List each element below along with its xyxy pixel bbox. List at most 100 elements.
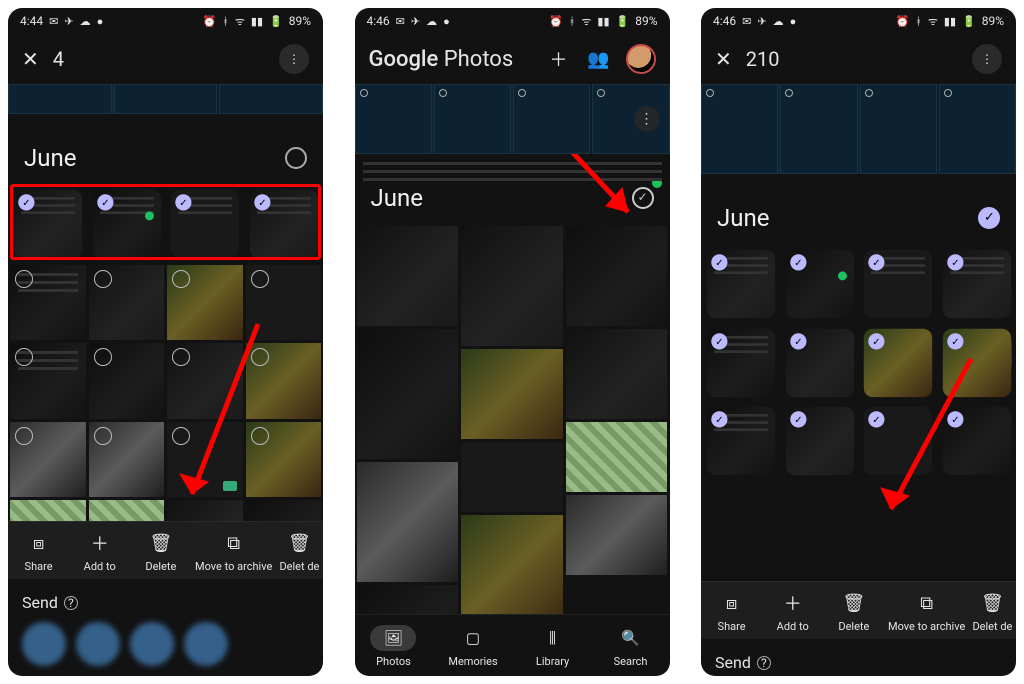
photo-thumb[interactable]: [357, 462, 459, 582]
photo-thumb[interactable]: ✓: [785, 407, 853, 475]
photo-thumb[interactable]: [10, 265, 86, 341]
share-button[interactable]: ⧈Share: [705, 592, 759, 633]
delete-label: Delete: [145, 560, 176, 573]
photo-thumb[interactable]: [167, 343, 243, 419]
search-icon: 🔍: [608, 625, 654, 651]
checkmark-icon: ✓: [711, 411, 727, 427]
bluetooth-icon: ᚼ: [915, 15, 922, 28]
app-title: Google Photos: [369, 47, 514, 72]
nav-search[interactable]: 🔍Search: [608, 625, 654, 668]
photo-thumb[interactable]: ✓: [707, 250, 775, 318]
recent-strip[interactable]: [701, 84, 1016, 174]
photo-thumb[interactable]: [566, 226, 668, 326]
photo-thumb[interactable]: [89, 500, 165, 521]
photo-thumb[interactable]: ✓: [864, 250, 932, 318]
share-icon: ⧈: [726, 592, 737, 614]
empty-check-icon: [94, 427, 112, 445]
photo-thumb[interactable]: ✓: [171, 190, 239, 258]
photo-thumb[interactable]: ✓: [942, 407, 1010, 475]
help-icon[interactable]: ?: [757, 656, 771, 670]
main-app-bar: Google Photos ＋ 👥: [355, 34, 670, 84]
delete-device-button-partial[interactable]: 🗑Delet de: [279, 532, 319, 573]
clock: 4:44: [20, 14, 43, 28]
more-menu-icon[interactable]: ⋮: [972, 44, 1002, 74]
contact-avatar[interactable]: [130, 622, 174, 666]
help-icon[interactable]: ?: [64, 596, 78, 610]
contact-avatar[interactable]: [184, 622, 228, 666]
photo-thumb[interactable]: ✓: [785, 328, 853, 396]
photo-thumb[interactable]: ✓: [942, 250, 1010, 318]
add-icon[interactable]: ＋: [546, 46, 572, 72]
select-all-toggle[interactable]: [978, 207, 1000, 229]
delete-button[interactable]: 🗑Delete: [827, 592, 881, 633]
trash-icon: 🗑: [149, 532, 172, 554]
account-avatar[interactable]: [626, 44, 656, 74]
send-label: Send: [715, 653, 751, 672]
more-menu-icon[interactable]: ⋮: [279, 44, 309, 74]
nav-library[interactable]: ⫼Library: [530, 625, 576, 668]
empty-check-icon: [15, 270, 33, 288]
photo-thumb[interactable]: [246, 422, 322, 498]
select-all-toggle[interactable]: [285, 147, 307, 169]
shared-icon[interactable]: 👥: [586, 46, 612, 72]
photo-thumb[interactable]: ✓: [707, 328, 775, 396]
photo-thumb[interactable]: [357, 226, 459, 326]
add-to-button[interactable]: ＋Add to: [73, 532, 127, 573]
photo-thumb[interactable]: [10, 500, 86, 521]
photo-thumb[interactable]: ✓: [785, 250, 853, 318]
photo-thumb[interactable]: [566, 495, 668, 575]
photo-thumb[interactable]: [167, 422, 243, 498]
clock: 4:46: [367, 14, 390, 28]
selection-action-bar: ⧈Share ＋Add to 🗑Delete ⧉Move to archive …: [8, 521, 323, 579]
close-icon[interactable]: ✕: [715, 47, 732, 71]
photo-thumb[interactable]: [461, 442, 563, 512]
nav-photos[interactable]: 🖼Photos: [370, 625, 416, 668]
checkmark-icon: ✓: [175, 194, 191, 210]
photo-thumb[interactable]: [246, 265, 322, 341]
photo-thumb[interactable]: [89, 422, 165, 498]
strip-more-icon[interactable]: ⋮: [634, 106, 660, 132]
archive-button[interactable]: ⧉Move to archive: [195, 532, 272, 573]
memories-icon: ▢: [450, 625, 496, 651]
photo-thumb[interactable]: [167, 500, 243, 521]
contact-avatar[interactable]: [76, 622, 120, 666]
photo-thumb[interactable]: [167, 265, 243, 341]
photo-thumb[interactable]: [10, 422, 86, 498]
contact-avatar[interactable]: [22, 622, 66, 666]
add-to-button[interactable]: ＋Add to: [766, 592, 820, 633]
photo-thumb[interactable]: [357, 329, 459, 459]
photo-thumb[interactable]: [461, 515, 563, 614]
close-icon[interactable]: ✕: [22, 47, 39, 71]
photo-thumb[interactable]: ✓: [249, 190, 317, 258]
photo-thumb[interactable]: ✓: [864, 328, 932, 396]
photo-thumb[interactable]: [89, 343, 165, 419]
photo-thumb[interactable]: ✓: [92, 190, 160, 258]
photo-thumb[interactable]: [566, 422, 668, 492]
photo-thumb[interactable]: [89, 265, 165, 341]
photo-thumb[interactable]: [246, 500, 322, 521]
photo-thumb[interactable]: ✓: [942, 328, 1010, 396]
recent-strip[interactable]: ⋮: [355, 84, 670, 154]
photo-thumb[interactable]: ✓: [707, 407, 775, 475]
telegram-icon: ✈: [757, 15, 766, 28]
send-label: Send: [22, 593, 58, 612]
photo-thumb[interactable]: [357, 585, 459, 614]
nav-memories-label: Memories: [448, 655, 497, 668]
wifi-icon: ᯤ: [928, 14, 938, 29]
delete-device-button-partial[interactable]: 🗑Delet de: [972, 592, 1012, 633]
archive-button[interactable]: ⧉Move to archive: [888, 592, 965, 633]
photo-thumb[interactable]: [461, 226, 563, 346]
share-button[interactable]: ⧈Share: [12, 532, 66, 573]
delete-button[interactable]: 🗑 Delete: [134, 532, 188, 573]
photo-thumb[interactable]: [566, 329, 668, 419]
photo-thumb[interactable]: [461, 349, 563, 439]
select-all-toggle[interactable]: [632, 187, 654, 209]
photo-thumb[interactable]: [246, 343, 322, 419]
photo-thumb[interactable]: ✓: [864, 407, 932, 475]
photo-thumb[interactable]: ✓: [14, 190, 82, 258]
photo-thumb[interactable]: [10, 343, 86, 419]
dot-icon: ●: [97, 15, 104, 28]
checkmark-icon: ✓: [790, 254, 806, 270]
library-icon: ⫼: [530, 625, 576, 651]
nav-memories[interactable]: ▢ Memories: [448, 625, 497, 668]
